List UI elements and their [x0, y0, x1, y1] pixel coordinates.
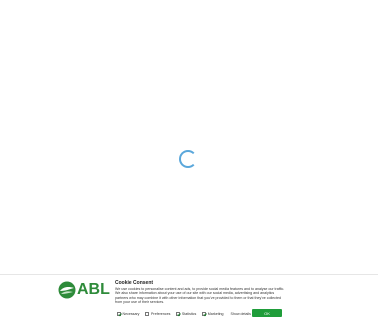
checkbox-statistics[interactable]	[176, 311, 181, 316]
option-label: Marketing	[207, 311, 224, 316]
cookie-description: We use cookies to personalise content an…	[115, 287, 285, 305]
show-details-label: Show details	[230, 311, 251, 316]
option-label: Necessary	[122, 311, 140, 316]
checkbox-marketing[interactable]	[202, 311, 207, 316]
option-marketing[interactable]: Marketing	[202, 311, 224, 316]
option-label: Preferences	[150, 311, 171, 316]
cookie-title: Cookie Consent	[115, 280, 154, 286]
logo-text: ABL	[77, 281, 110, 298]
option-statistics[interactable]: Statistics	[176, 311, 197, 316]
page-content	[0, 0, 378, 274]
option-label: Statistics	[181, 311, 197, 316]
checkbox-necessary[interactable]	[117, 311, 121, 316]
cookie-options: Necessary Preferences Statistics Marketi…	[117, 310, 255, 317]
ok-button[interactable]: OK	[252, 309, 282, 317]
option-preferences[interactable]: Preferences	[145, 311, 171, 316]
cookie-consent-banner: ABL Cookie Consent We use cookies to per…	[0, 274, 378, 320]
loading-spinner-icon	[179, 150, 197, 168]
leaf-logo-icon	[58, 281, 76, 299]
option-necessary[interactable]: Necessary	[117, 311, 140, 316]
abl-logo: ABL	[58, 279, 110, 301]
checkbox-preferences[interactable]	[145, 311, 150, 316]
